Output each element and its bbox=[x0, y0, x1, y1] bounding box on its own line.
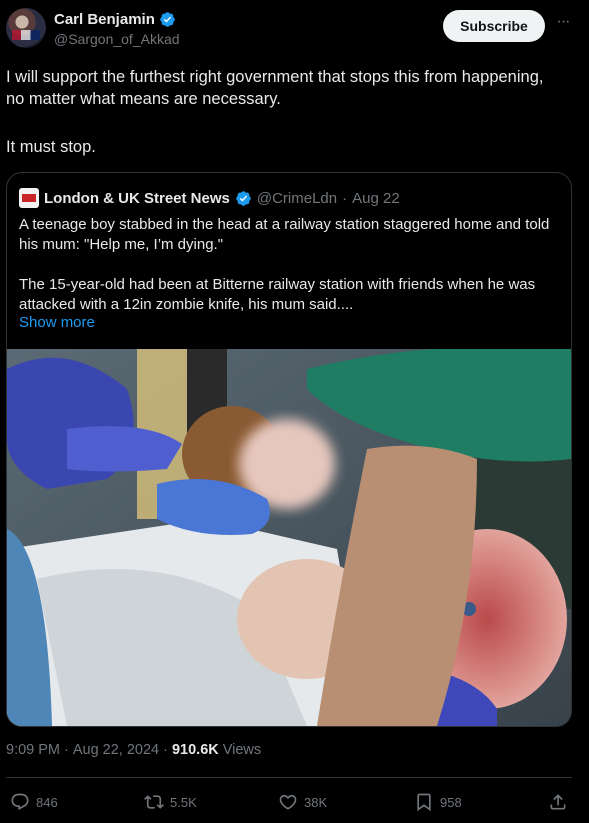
quoted-tweet-header: London & UK Street News @CrimeLdn · Aug … bbox=[19, 188, 400, 208]
tweet-date[interactable]: Aug 22, 2024 bbox=[73, 742, 159, 758]
tweet-time[interactable]: 9:09 PM bbox=[6, 742, 60, 758]
like-count: 38K bbox=[304, 794, 328, 810]
quoted-handle[interactable]: @CrimeLdn bbox=[257, 190, 337, 207]
divider bbox=[6, 777, 572, 778]
share-icon bbox=[550, 794, 566, 810]
quoted-paragraph-1: A teenage boy stabbed in the head at a r… bbox=[19, 216, 550, 253]
quoted-tweet[interactable]: London & UK Street News @CrimeLdn · Aug … bbox=[6, 172, 572, 727]
tweet-text-line-1: I will support the furthest right govern… bbox=[6, 68, 544, 108]
views-count: 910.6K bbox=[171, 742, 219, 758]
tweet: Carl Benjamin @Sargon_of_Akkad Subscribe… bbox=[0, 0, 589, 823]
like-button[interactable]: 38K bbox=[278, 787, 327, 817]
reply-count: 846 bbox=[36, 794, 58, 810]
bookmark-icon bbox=[417, 793, 431, 812]
share-button[interactable] bbox=[548, 787, 568, 817]
author-display-name[interactable]: Carl Benjamin bbox=[54, 11, 155, 28]
avatar[interactable] bbox=[6, 8, 46, 48]
action-bar: 846 5.5K 38K 958 bbox=[0, 787, 589, 817]
quoted-avatar[interactable] bbox=[19, 188, 39, 208]
quoted-paragraph-2: The 15-year-old had been at Bitterne rai… bbox=[19, 276, 536, 313]
quoted-text: A teenage boy stabbed in the head at a r… bbox=[19, 215, 564, 315]
subscribe-button[interactable]: Subscribe bbox=[443, 10, 545, 42]
quoted-display-name[interactable]: London & UK Street News bbox=[44, 190, 230, 207]
more-horizontal-icon[interactable]: ··· bbox=[553, 14, 573, 34]
verified-badge-icon bbox=[160, 12, 175, 27]
reply-icon bbox=[11, 793, 29, 811]
repost-icon bbox=[144, 795, 164, 809]
separator-dot: · bbox=[342, 189, 348, 207]
author-name-row: Carl Benjamin bbox=[54, 11, 176, 28]
tweet-text-line-2: It must stop. bbox=[6, 138, 96, 156]
heart-icon bbox=[279, 794, 297, 810]
show-more-link[interactable]: Show more bbox=[19, 314, 95, 331]
quoted-media-image[interactable] bbox=[7, 349, 571, 726]
bookmark-button[interactable]: 958 bbox=[414, 787, 462, 817]
views-label: Views bbox=[222, 742, 262, 758]
tweet-meta: 9:09 PM · Aug 22, 2024 · 910.6K Views bbox=[6, 742, 261, 758]
media-illustration bbox=[7, 349, 571, 726]
tweet-text: I will support the furthest right govern… bbox=[6, 66, 566, 158]
verified-badge-icon bbox=[236, 190, 251, 206]
repost-count: 5.5K bbox=[170, 794, 197, 810]
author-handle[interactable]: @Sargon_of_Akkad bbox=[54, 31, 180, 47]
meta-dot: · bbox=[163, 742, 168, 758]
meta-dot: · bbox=[64, 742, 69, 758]
quoted-date[interactable]: Aug 22 bbox=[352, 190, 400, 207]
repost-button[interactable]: 5.5K bbox=[144, 787, 197, 817]
reply-button[interactable]: 846 bbox=[10, 787, 58, 817]
bookmark-count: 958 bbox=[440, 794, 462, 810]
